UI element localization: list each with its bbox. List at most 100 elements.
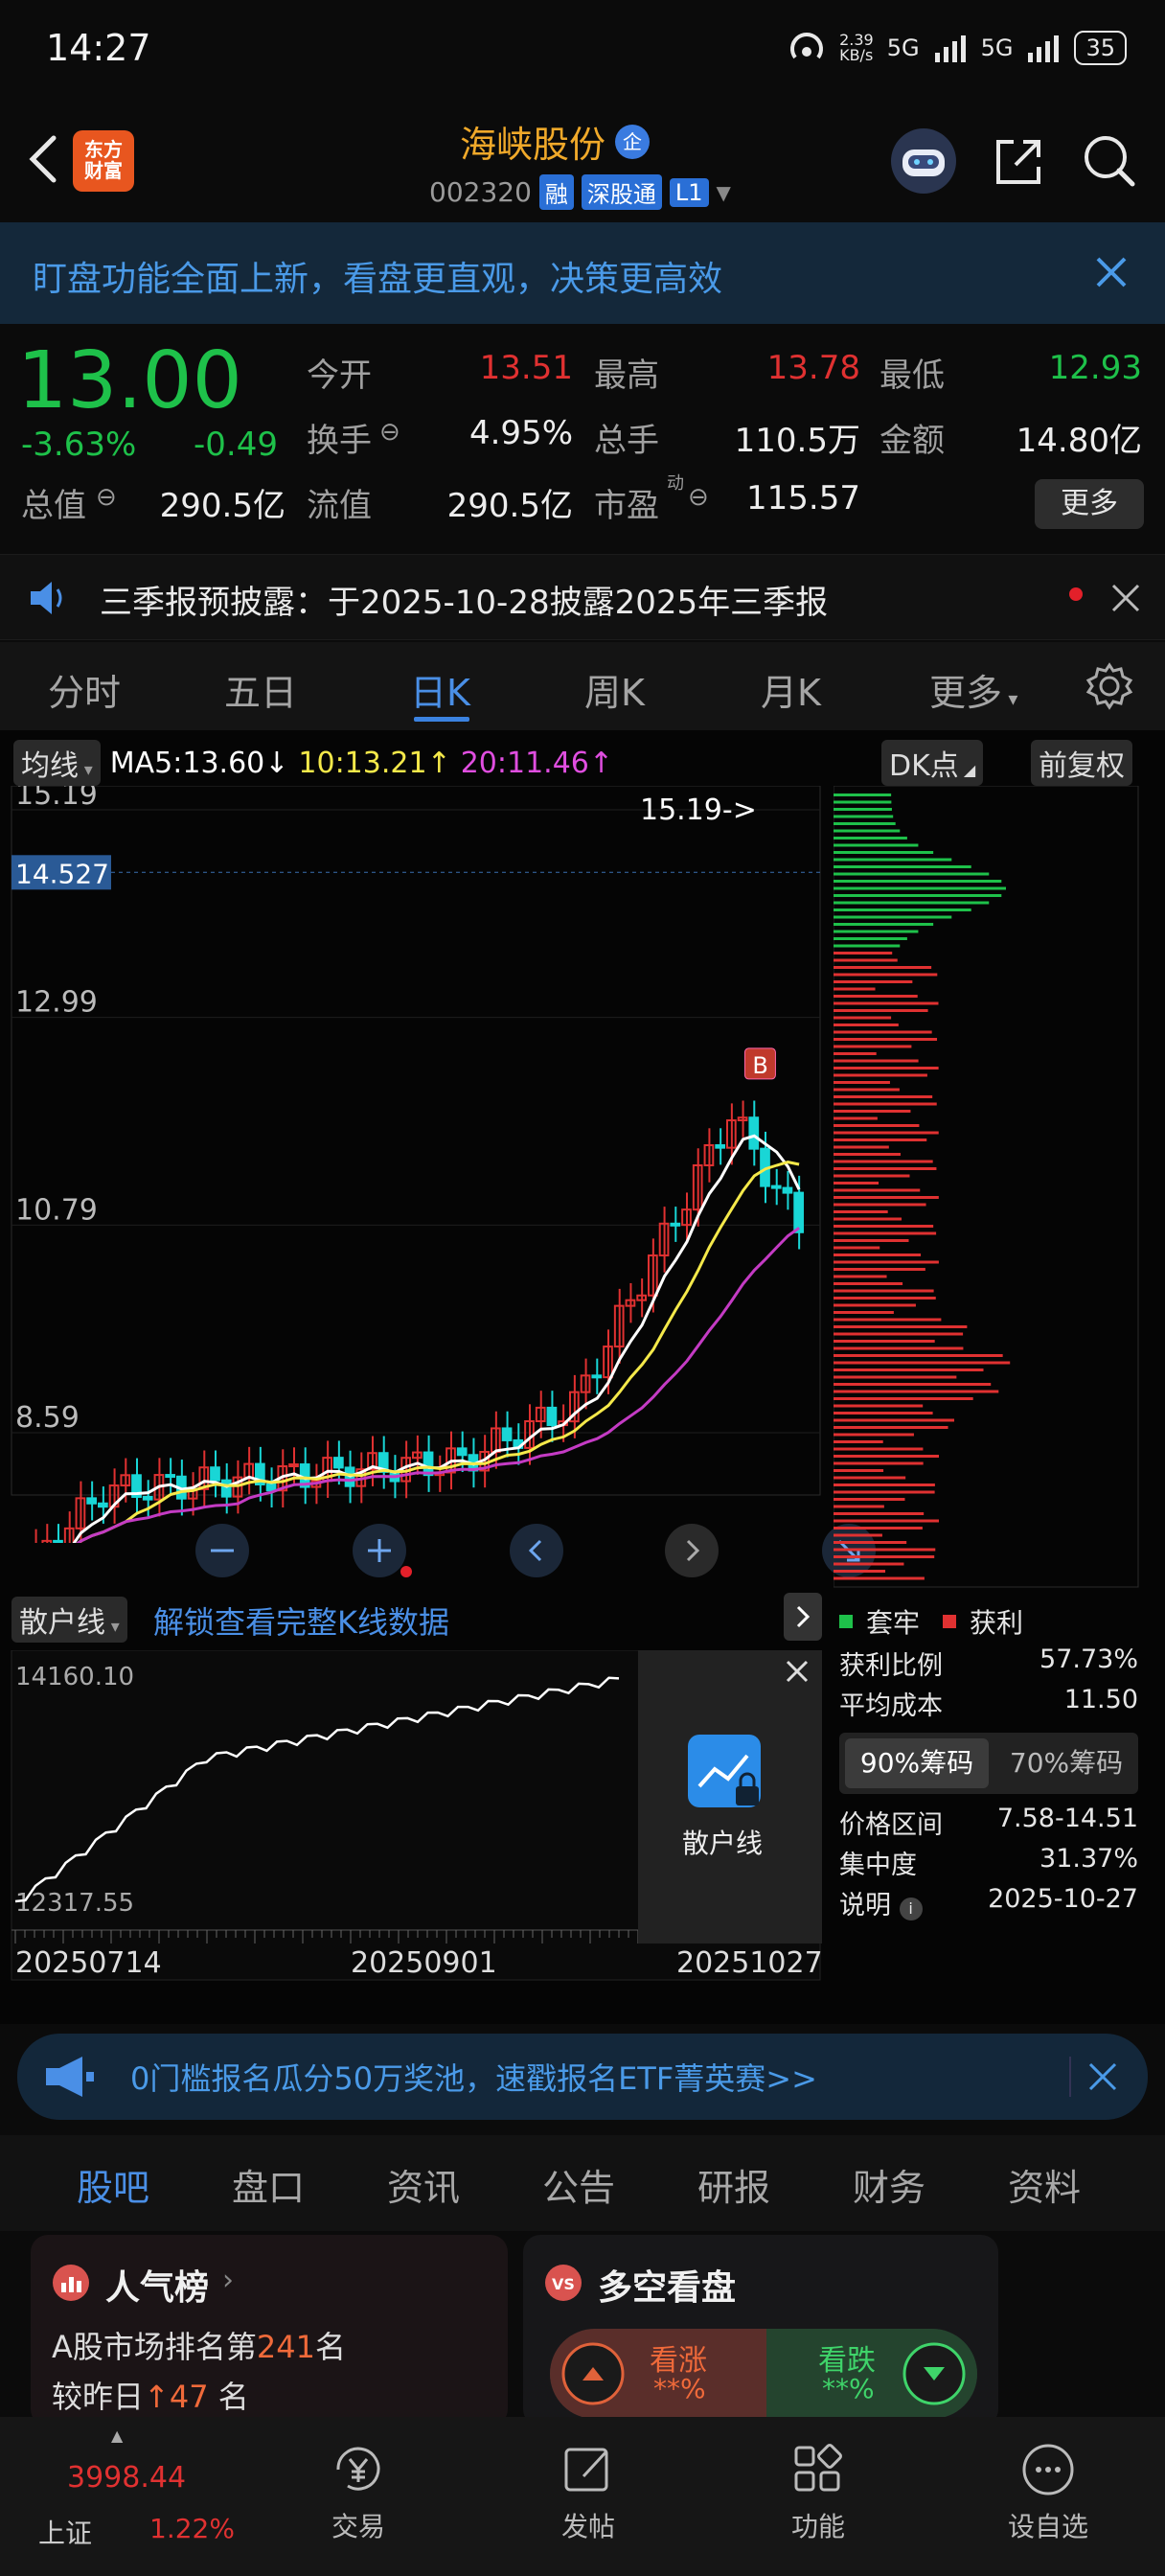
popularity-title: 人气榜 — [105, 2268, 210, 2308]
ad-banner[interactable]: 0门槛报名瓜分50万奖池，速戳报名ETF菁英赛>> — [17, 2034, 1148, 2120]
chip-bar — [834, 1289, 934, 1293]
chip-bar — [834, 1303, 916, 1307]
more-dots-icon — [1022, 2444, 1074, 2496]
robot-assistant-icon[interactable] — [889, 126, 958, 196]
chip-bar — [834, 1498, 905, 1501]
adjust-button[interactable]: 前复权 — [1031, 740, 1132, 786]
search-icon[interactable] — [1081, 132, 1138, 190]
y-axis-label: 10.79 — [15, 1193, 98, 1227]
tab-profile[interactable]: 资料 — [1008, 2158, 1081, 2211]
low-value: 12.93 — [1048, 349, 1142, 387]
ma-select[interactable]: 均线 ▾ — [13, 740, 101, 786]
scroll-right-button[interactable] — [663, 1522, 720, 1579]
stock-title[interactable]: 海峡股份 企 — [460, 115, 651, 168]
longshort-title: 多空看盘 — [598, 2268, 737, 2308]
candle-body — [142, 1495, 153, 1501]
zoom-out-button[interactable] — [194, 1522, 251, 1579]
notice-bar[interactable]: 三季报预披露：于2025-10-28披露2025年三季报 — [0, 554, 1165, 640]
retail-line-label: 散户线 — [682, 1828, 764, 1859]
chip-tab-90[interactable]: 90%筹码 — [845, 1738, 989, 1788]
chip-bar — [834, 1519, 939, 1523]
nav-post[interactable]: 发帖 — [521, 2440, 655, 2544]
open-value: 13.51 — [479, 349, 573, 387]
zoom-in-button[interactable] — [351, 1522, 408, 1579]
chip-legend: 套牢 获利 — [839, 1602, 1023, 1641]
chip-bar — [834, 1024, 899, 1026]
chip-bar — [834, 930, 919, 933]
info-icon[interactable]: i — [899, 1898, 923, 1920]
change-amount: -0.49 — [194, 426, 278, 464]
stock-code-row[interactable]: 002320 融 深股通 L1 ▼ — [429, 174, 731, 210]
popularity-card[interactable]: 人气榜 › A股市场排名第241名 较昨日↑47 名 — [31, 2235, 508, 2426]
chip-bar — [834, 1167, 937, 1170]
chip-bar — [834, 1081, 890, 1084]
close-icon[interactable] — [1086, 2060, 1119, 2093]
index-ticker[interactable]: ▲ 3998.44 上证 1.22% — [0, 2426, 235, 2570]
candle-body — [770, 1184, 782, 1189]
chart-frame — [11, 786, 821, 1496]
tab-announcements[interactable]: 公告 — [542, 2158, 615, 2211]
chip-bar — [834, 1196, 939, 1199]
promo-banner[interactable]: 盯盘功能全面上新，看盘更直观，决策更高效 — [0, 222, 1165, 324]
chip-bar — [834, 1030, 932, 1034]
chip-bar — [834, 815, 894, 818]
net-speed: 2.39 KB/s — [839, 31, 874, 64]
dk-point-button[interactable]: DK点 ◢ — [881, 740, 984, 786]
tab-five-day[interactable]: 五日 — [224, 663, 297, 716]
scroll-left-button[interactable] — [508, 1522, 565, 1579]
popularity-change: 较昨日↑47 名 — [52, 2379, 249, 2415]
nav-watchlist[interactable]: 设自选 — [981, 2440, 1115, 2544]
ranking-icon — [53, 2265, 89, 2301]
tab-daily-k[interactable]: 日K — [410, 663, 470, 716]
chip-bar — [834, 1354, 1003, 1357]
retail-line-icon — [688, 1735, 761, 1807]
back-icon[interactable] — [21, 130, 67, 188]
chip-bar — [834, 973, 938, 977]
period-tabs: 分时 五日 日K 周K 月K 更多 ▾ — [0, 642, 1165, 730]
close-icon[interactable] — [1092, 253, 1131, 291]
chip-bar — [834, 1095, 933, 1098]
info-icon[interactable]: ⊖ — [379, 418, 400, 447]
tab-forum[interactable]: 股吧 — [77, 2158, 149, 2211]
candle-body — [456, 1447, 468, 1457]
chip-bar — [834, 1548, 936, 1552]
bull-button[interactable] — [561, 2342, 625, 2405]
chip-bar — [834, 1390, 999, 1393]
chip-bar — [834, 1145, 889, 1149]
tab-orderbook[interactable]: 盘口 — [232, 2158, 305, 2211]
info-icon[interactable]: ⊖ — [96, 483, 117, 512]
close-icon[interactable] — [784, 1658, 811, 1685]
info-icon[interactable]: ⊖ — [688, 483, 709, 512]
tab-finance[interactable]: 财务 — [853, 2158, 925, 2211]
sub-indicator-select[interactable]: 散户线 ▾ — [11, 1597, 127, 1643]
tab-intraday[interactable]: 分时 — [48, 663, 121, 716]
tab-research[interactable]: 研报 — [697, 2158, 770, 2211]
chip-bar — [834, 1282, 903, 1285]
tab-weekly-k[interactable]: 周K — [584, 663, 645, 716]
tab-more[interactable]: 更多 ▾ — [929, 663, 1017, 716]
chip-bar — [834, 894, 1002, 897]
chip-bar — [834, 908, 971, 911]
nav-trade[interactable]: 交易 — [291, 2440, 425, 2544]
more-button[interactable]: 更多 — [1035, 479, 1144, 529]
chip-bar — [834, 1110, 911, 1113]
chevron-right-icon[interactable] — [784, 1593, 822, 1641]
candle-body — [53, 1539, 63, 1543]
tab-monthly-k[interactable]: 月K — [761, 663, 821, 716]
nav-functions[interactable]: 功能 — [751, 2440, 885, 2544]
kline-chart[interactable]: 15.1912.9910.798.5914.52715.19-><-6.45B — [0, 786, 824, 1543]
unlock-link[interactable]: 解锁查看完整K线数据 — [153, 1598, 449, 1643]
megaphone-icon — [46, 2057, 94, 2097]
open-label: 今开 — [307, 356, 372, 395]
chip-tab-70[interactable]: 70%筹码 — [994, 1733, 1138, 1794]
close-icon[interactable] — [1109, 582, 1142, 614]
high-marker: 15.19-> — [640, 794, 757, 827]
long-short-card[interactable]: VS 多空看盘 看涨 **% 看跌 **% — [523, 2235, 998, 2426]
signal-1: 5G — [886, 34, 920, 61]
share-icon[interactable] — [991, 132, 1048, 190]
bear-button[interactable] — [902, 2342, 966, 2405]
ma5-legend: MA5:13.60↓ — [109, 746, 289, 780]
index-name: 上证 — [38, 2518, 93, 2549]
tab-news[interactable]: 资讯 — [387, 2158, 460, 2211]
gear-icon[interactable] — [1085, 661, 1134, 711]
